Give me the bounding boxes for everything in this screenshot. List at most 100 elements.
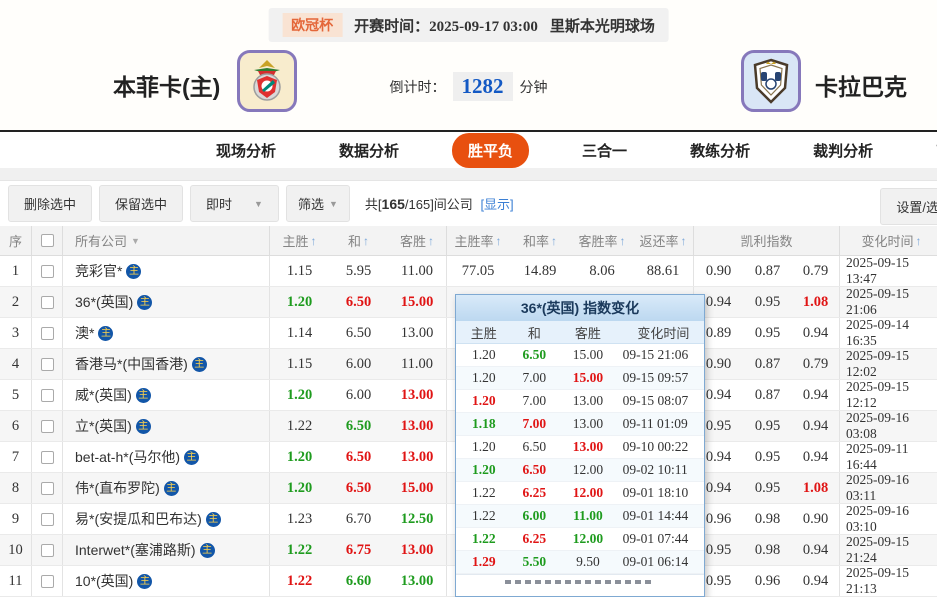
header-draw-rate[interactable]: 和率↑: [509, 226, 571, 255]
popup-header-time: 变化时间: [619, 323, 704, 342]
draw-odds[interactable]: 6.70: [329, 504, 388, 534]
company-name[interactable]: 竞彩官*: [75, 261, 122, 281]
away-odds[interactable]: 13.00: [388, 318, 447, 348]
away-team-name: 卡拉巴克: [815, 68, 907, 102]
company-name[interactable]: Interwet*(塞浦路斯): [75, 540, 196, 560]
kelly-draw: 0.87: [743, 349, 792, 379]
header-change-time[interactable]: 变化时间↑: [840, 226, 937, 255]
home-odds[interactable]: 1.14: [270, 318, 329, 348]
company-name[interactable]: 36*(英国): [75, 292, 133, 312]
header-home-odds[interactable]: 主胜↑: [270, 226, 329, 255]
home-odds[interactable]: 1.15: [270, 256, 329, 286]
nav-tab[interactable]: 数据分析: [329, 134, 409, 167]
popup-clipped-footer: [456, 574, 704, 596]
company-name[interactable]: bet-at-h*(马尔他): [75, 447, 180, 467]
company-name[interactable]: 易*(安提瓜和巴布达): [75, 509, 202, 529]
away-odds[interactable]: 13.00: [388, 535, 447, 565]
row-checkbox[interactable]: [41, 358, 54, 371]
draw-odds[interactable]: 6.60: [329, 566, 388, 596]
row-checkbox[interactable]: [41, 327, 54, 340]
header-draw-odds[interactable]: 和↑: [329, 226, 388, 255]
company-name[interactable]: 香港马*(中国香港): [75, 354, 188, 374]
home-odds[interactable]: 1.20: [270, 442, 329, 472]
home-odds[interactable]: 1.22: [270, 566, 329, 596]
header-away-rate[interactable]: 客胜率↑: [571, 226, 633, 255]
row-checkbox[interactable]: [41, 265, 54, 278]
filter-label: 筛选: [298, 194, 324, 213]
popup-row: 1.29 5.50 9.50 09-01 06:14: [456, 551, 704, 574]
change-time: 2025-09-15 12:12: [840, 380, 937, 410]
time-filter-dropdown[interactable]: 即时 ▼: [190, 185, 279, 222]
row-checkbox[interactable]: [41, 544, 54, 557]
header-return-rate[interactable]: 返还率↑: [633, 226, 694, 255]
popup-change-time: 09-01 07:44: [619, 531, 704, 547]
away-odds[interactable]: 11.00: [388, 256, 447, 286]
popup-row: 1.20 6.50 12.00 09-02 10:11: [456, 459, 704, 482]
draw-odds[interactable]: 6.50: [329, 411, 388, 441]
nav-tab[interactable]: 现场分析: [206, 134, 286, 167]
home-odds[interactable]: 1.20: [270, 287, 329, 317]
nav-tab[interactable]: 教练分析: [680, 134, 760, 167]
away-odds[interactable]: 13.00: [388, 411, 447, 441]
row-checkbox[interactable]: [41, 451, 54, 464]
row-index: 5: [0, 380, 32, 410]
away-odds[interactable]: 13.00: [388, 442, 447, 472]
company-name[interactable]: 10*(英国): [75, 571, 133, 591]
draw-odds[interactable]: 6.00: [329, 380, 388, 410]
company-name[interactable]: 伟*(直布罗陀): [75, 478, 160, 498]
home-odds[interactable]: 1.22: [270, 535, 329, 565]
away-odds[interactable]: 15.00: [388, 473, 447, 503]
home-odds[interactable]: 1.23: [270, 504, 329, 534]
row-checkbox[interactable]: [41, 513, 54, 526]
company-name[interactable]: 立*(英国): [75, 416, 132, 436]
away-odds[interactable]: 12.50: [388, 504, 447, 534]
home-odds[interactable]: 1.20: [270, 473, 329, 503]
delete-selected-button[interactable]: 删除选中: [8, 185, 92, 222]
row-index: 3: [0, 318, 32, 348]
nav-tab[interactable]: 裁判分析: [803, 134, 883, 167]
draw-odds[interactable]: 6.50: [329, 287, 388, 317]
draw-odds[interactable]: 6.50: [329, 318, 388, 348]
change-time: 2025-09-16 03:08: [840, 411, 937, 441]
company-name[interactable]: 威*(英国): [75, 385, 132, 405]
draw-odds[interactable]: 6.50: [329, 442, 388, 472]
kelly-draw: 0.95: [743, 442, 792, 472]
main-odds-badge-icon: 主: [137, 574, 152, 589]
filter-dropdown[interactable]: 筛选 ▼: [286, 185, 350, 222]
header-company[interactable]: 所有公司 ▼: [63, 226, 270, 255]
show-link[interactable]: [显示]: [480, 197, 513, 212]
draw-odds[interactable]: 6.50: [329, 473, 388, 503]
row-checkbox[interactable]: [41, 389, 54, 402]
home-odds[interactable]: 1.15: [270, 349, 329, 379]
select-all-checkbox[interactable]: [41, 234, 54, 247]
away-odds[interactable]: 15.00: [388, 287, 447, 317]
nav-tab[interactable]: 胜平负: [452, 133, 529, 168]
keep-selected-button[interactable]: 保留选中: [99, 185, 183, 222]
away-odds[interactable]: 11.00: [388, 349, 447, 379]
header-away-odds[interactable]: 客胜↑: [388, 226, 447, 255]
row-checkbox[interactable]: [41, 420, 54, 433]
header-seq[interactable]: 序: [0, 226, 32, 255]
sort-asc-icon: ↑: [311, 234, 317, 248]
row-checkbox-cell: [32, 256, 63, 286]
header-home-rate[interactable]: 主胜率↑: [447, 226, 509, 255]
company-cell: Interwet*(塞浦路斯) 主: [63, 535, 270, 565]
nav-tab[interactable]: 三合一: [572, 134, 637, 167]
nav-tab[interactable]: 高手推荐: [926, 134, 937, 167]
kelly-away: 0.94: [792, 411, 840, 441]
popup-draw-odds: 5.50: [512, 554, 558, 570]
row-checkbox[interactable]: [41, 482, 54, 495]
settings-button[interactable]: 设置/选: [880, 188, 937, 225]
draw-odds[interactable]: 5.95: [329, 256, 388, 286]
row-checkbox[interactable]: [41, 296, 54, 309]
draw-odds[interactable]: 6.00: [329, 349, 388, 379]
home-odds[interactable]: 1.20: [270, 380, 329, 410]
away-odds[interactable]: 13.00: [388, 380, 447, 410]
home-odds[interactable]: 1.22: [270, 411, 329, 441]
company-cell: 10*(英国) 主: [63, 566, 270, 596]
away-odds[interactable]: 13.00: [388, 566, 447, 596]
company-name[interactable]: 澳*: [75, 323, 94, 343]
row-checkbox-cell: [32, 349, 63, 379]
row-checkbox[interactable]: [41, 575, 54, 588]
draw-odds[interactable]: 6.75: [329, 535, 388, 565]
